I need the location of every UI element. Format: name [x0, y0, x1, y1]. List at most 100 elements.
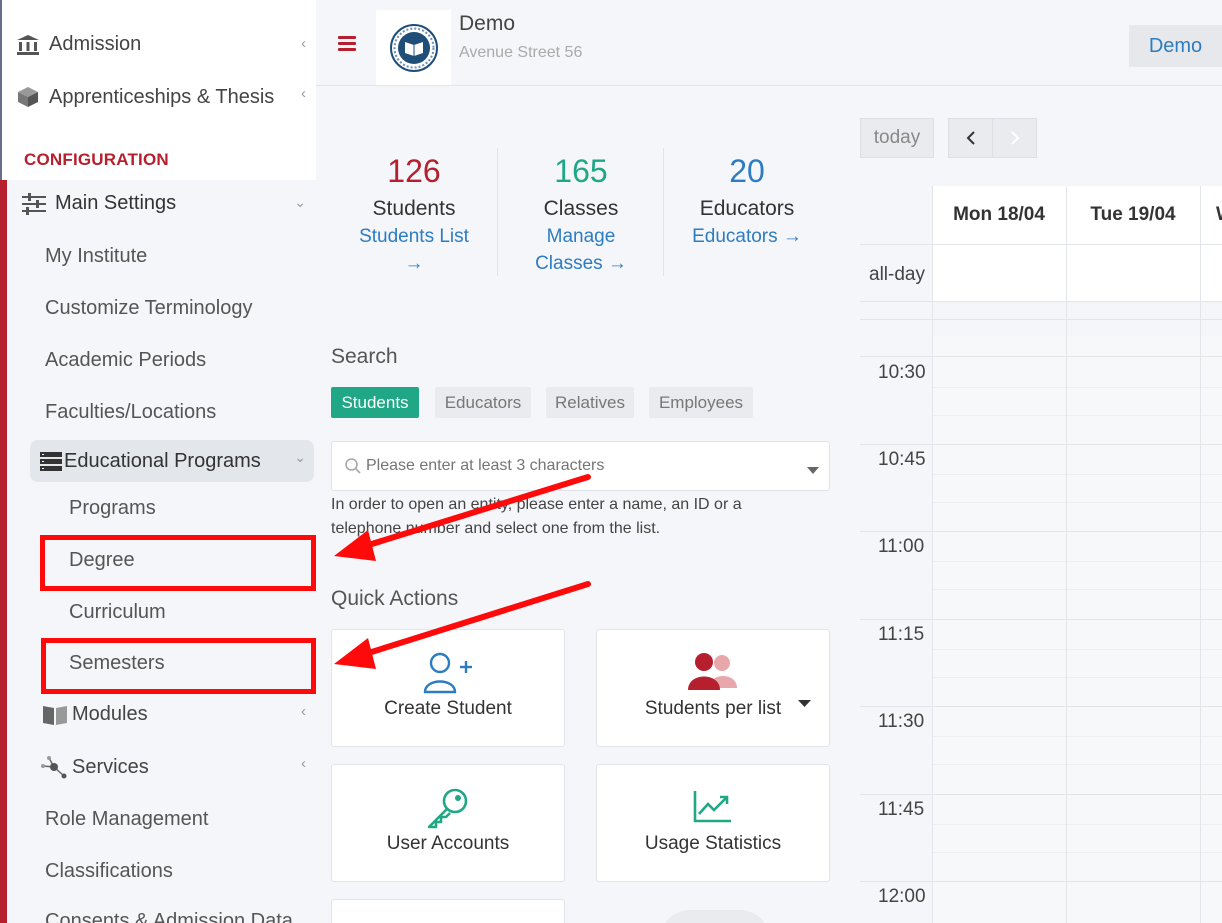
time-label: 10:30 — [878, 362, 926, 383]
sidebar-item-label: Apprenticeships & Thesis — [49, 85, 275, 108]
sidebar-item-label: Main Settings — [55, 192, 177, 214]
sidebar-item-semesters[interactable]: Semesters — [69, 652, 165, 675]
network-icon — [40, 755, 72, 779]
sliders-icon — [22, 192, 52, 215]
sidebar-item-services[interactable]: Services ‹ — [40, 755, 314, 779]
grid-line — [860, 706, 1222, 707]
divider — [663, 148, 664, 276]
sidebar-item-modules[interactable]: Modules ‹ — [42, 703, 314, 726]
students-list-link[interactable]: Students List → — [336, 223, 492, 277]
calendar-today-button[interactable]: today — [860, 118, 934, 158]
section-title-configuration: CONFIGURATION — [24, 150, 169, 169]
usage-statistics-card[interactable]: Usage Statistics — [596, 764, 830, 882]
sidebar-item-label: Modules — [72, 703, 148, 725]
grid-line — [860, 794, 1222, 795]
grid-line — [860, 319, 1222, 320]
sidebar-item-faculties-locations[interactable]: Faculties/Locations — [45, 401, 216, 424]
grid-line-half — [932, 649, 1222, 650]
sidebar-item-main-settings[interactable]: Main Settings ⌄ — [22, 192, 314, 215]
stat-students-label: Students — [372, 197, 456, 220]
grid-line-half — [932, 589, 1222, 590]
search-help-text: In order to open an entity, please enter… — [331, 496, 742, 537]
grid-line — [860, 531, 1222, 532]
card-label: User Accounts — [386, 833, 510, 854]
caret-down-icon[interactable] — [798, 695, 811, 713]
grid-line-half — [932, 415, 1222, 416]
tab-educators[interactable]: Educators — [435, 387, 531, 418]
manage-classes-link[interactable]: Manage Classes → — [503, 223, 659, 277]
stat-educators-value: 20 — [729, 153, 765, 189]
chevron-left-icon: ‹ — [301, 35, 306, 52]
educators-link[interactable]: Educators → — [669, 223, 825, 250]
grid-line-half — [932, 474, 1222, 475]
sidebar-item-curriculum[interactable]: Curriculum — [69, 601, 166, 624]
caret-down-icon — [807, 462, 819, 480]
search-input[interactable] — [366, 457, 786, 475]
sidebar-item-educational-programs[interactable]: Educational Programs ⌄ — [40, 449, 314, 473]
card-label: Create Student — [384, 698, 512, 719]
sidebar-item-classifications[interactable]: Classifications — [45, 860, 173, 883]
grid-line — [860, 619, 1222, 620]
time-label: 12:00 — [878, 886, 926, 907]
user-menu-button[interactable]: Demo — [1129, 25, 1222, 67]
grid-vline — [932, 186, 933, 923]
calendar-body-bg — [932, 336, 1222, 923]
cube-icon — [16, 85, 46, 109]
chevron-left-icon — [966, 131, 975, 145]
sidebar-item-my-institute[interactable]: My Institute — [45, 245, 147, 268]
quick-action-card-cut[interactable] — [331, 899, 565, 923]
chevron-right-icon — [1010, 131, 1019, 145]
stat-educators: 20 Educators Educators → — [669, 153, 825, 250]
link-text: Students List — [359, 226, 469, 247]
search-title: Search — [331, 345, 398, 368]
grid-line — [860, 881, 1222, 882]
calendar-week-grid: Mon 18/04 Tue 19/04 W all-day 10:30 10:4… — [860, 186, 1222, 923]
active-section-bar — [0, 180, 7, 923]
grid-vline — [1066, 186, 1067, 923]
grid-line-half — [932, 736, 1222, 737]
day-header-tue[interactable]: Tue 19/04 — [1066, 186, 1200, 244]
card-label: Usage Statistics — [644, 833, 782, 854]
sidebar-item-programs[interactable]: Programs — [69, 497, 156, 520]
sidebar-item-academic-periods[interactable]: Academic Periods — [45, 349, 206, 372]
tab-relatives[interactable]: Relatives — [546, 387, 634, 418]
search-icon — [344, 457, 362, 475]
time-label: 11:15 — [878, 624, 925, 645]
all-day-label: all-day — [869, 264, 925, 285]
add-user-icon — [332, 652, 564, 694]
sidebar-item-customize-terminology[interactable]: Customize Terminology — [45, 297, 253, 320]
sidebar-item-role-management[interactable]: Role Management — [45, 808, 208, 831]
institute-address: Avenue Street 56 — [459, 44, 583, 61]
link-text: Manage — [546, 226, 616, 247]
sidebar-item-consents-admission-data[interactable]: Consents & Admission Data — [45, 910, 293, 923]
stat-educators-label: Educators — [699, 197, 795, 220]
arrow-right-icon: → — [404, 253, 424, 274]
time-label: 11:00 — [878, 536, 925, 557]
tab-employees[interactable]: Employees — [649, 387, 753, 418]
grid-line-half — [932, 764, 1222, 765]
grid-line-half — [932, 852, 1222, 853]
sidebar-item-admission[interactable]: Admission ‹ — [16, 33, 314, 56]
sidebar-item-cut — [16, 0, 46, 2]
students-per-list-card[interactable]: Students per list — [596, 629, 830, 747]
sidebar-item-apprenticeships[interactable]: Apprenticeships & Thesis ‹ — [16, 85, 314, 109]
day-header-next[interactable]: W — [1200, 186, 1222, 244]
top-header: Demo Avenue Street 56 Demo — [316, 0, 1222, 86]
grid-vline — [1200, 186, 1201, 923]
sidebar-item-label: Services — [72, 755, 149, 778]
sidebar-item-degree[interactable]: Degree — [69, 549, 135, 572]
search-select[interactable] — [331, 441, 830, 491]
quick-actions-title: Quick Actions — [331, 587, 459, 610]
loading-circle — [660, 910, 770, 923]
grid-line-half — [932, 824, 1222, 825]
calendar-prev-button[interactable] — [948, 118, 993, 158]
create-student-card[interactable]: Create Student — [331, 629, 565, 747]
menu-toggle-icon[interactable] — [338, 36, 356, 52]
grid-line-half — [932, 561, 1222, 562]
tab-students[interactable]: Students — [331, 387, 419, 418]
day-header-mon[interactable]: Mon 18/04 — [932, 186, 1066, 244]
user-accounts-card[interactable]: User Accounts — [331, 764, 565, 882]
calendar-next-button[interactable] — [992, 118, 1037, 158]
grid-line — [860, 244, 1222, 245]
users-icon — [597, 652, 829, 692]
